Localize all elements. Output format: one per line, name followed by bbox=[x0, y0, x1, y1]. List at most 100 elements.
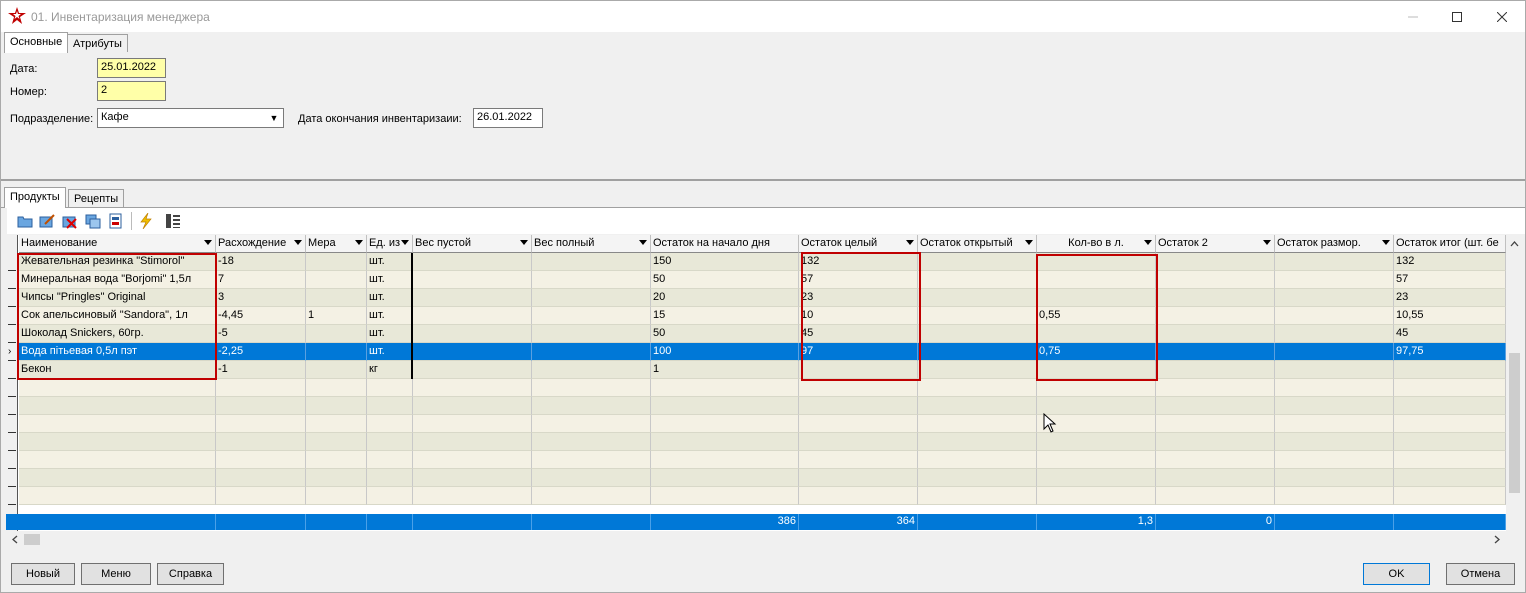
filter-dropdown-icon[interactable] bbox=[906, 240, 914, 245]
table-cell[interactable] bbox=[799, 451, 918, 469]
table-cell[interactable] bbox=[19, 433, 216, 451]
table-cell[interactable] bbox=[1156, 379, 1275, 397]
table-cell[interactable]: Чипсы "Pringles" Original bbox=[19, 289, 216, 307]
cancel-button[interactable]: Отмена bbox=[1446, 563, 1515, 585]
table-cell[interactable]: 3 bbox=[216, 289, 306, 307]
vertical-scroll-thumb[interactable] bbox=[1509, 353, 1520, 493]
table-cell[interactable] bbox=[367, 415, 413, 433]
table-cell[interactable] bbox=[1275, 253, 1394, 271]
filter-dropdown-icon[interactable] bbox=[204, 240, 212, 245]
table-cell[interactable] bbox=[367, 469, 413, 487]
table-cell[interactable]: шт. bbox=[367, 307, 413, 325]
help-button[interactable]: Справка bbox=[157, 563, 224, 585]
table-cell[interactable] bbox=[651, 469, 799, 487]
maximize-button[interactable] bbox=[1434, 1, 1480, 32]
table-cell[interactable] bbox=[306, 361, 367, 379]
table-cell[interactable] bbox=[918, 415, 1037, 433]
table-cell[interactable]: -2,25 bbox=[216, 343, 306, 361]
table-cell[interactable]: -4,45 bbox=[216, 307, 306, 325]
date-field[interactable]: 25.01.2022 bbox=[97, 58, 166, 78]
table-cell[interactable] bbox=[1275, 343, 1394, 361]
products-grid[interactable]: Наименование Расхождение Мера Ед. из Вес пус… bbox=[6, 235, 1506, 531]
table-cell[interactable] bbox=[1394, 361, 1506, 379]
table-cell[interactable]: 0,75 bbox=[1037, 343, 1156, 361]
table-cell[interactable] bbox=[1275, 415, 1394, 433]
empty-table-row[interactable] bbox=[19, 433, 1506, 451]
table-cell[interactable] bbox=[306, 325, 367, 343]
table-cell[interactable]: 1 bbox=[651, 361, 799, 379]
table-cell[interactable] bbox=[306, 289, 367, 307]
table-cell[interactable] bbox=[651, 415, 799, 433]
tab-main[interactable]: Основные bbox=[4, 32, 69, 53]
table-cell[interactable] bbox=[306, 487, 367, 505]
table-cell[interactable] bbox=[1037, 379, 1156, 397]
filter-dropdown-icon[interactable] bbox=[1025, 240, 1033, 245]
end-date-field[interactable]: 26.01.2022 bbox=[473, 108, 543, 128]
table-cell[interactable] bbox=[1156, 487, 1275, 505]
table-cell[interactable] bbox=[413, 361, 532, 379]
table-cell[interactable] bbox=[1275, 325, 1394, 343]
column-header[interactable]: Остаток размор. bbox=[1275, 235, 1394, 253]
copy-icon[interactable] bbox=[84, 212, 102, 230]
table-cell[interactable]: 10 bbox=[799, 307, 918, 325]
table-cell[interactable]: 45 bbox=[799, 325, 918, 343]
table-cell[interactable] bbox=[799, 361, 918, 379]
table-cell[interactable] bbox=[799, 469, 918, 487]
table-cell[interactable] bbox=[413, 415, 532, 433]
column-header[interactable]: Остаток целый bbox=[799, 235, 918, 253]
column-header[interactable]: Вес полный bbox=[532, 235, 651, 253]
department-select[interactable]: Кафе ▼ bbox=[97, 108, 284, 128]
table-cell[interactable] bbox=[19, 397, 216, 415]
table-cell[interactable] bbox=[1037, 487, 1156, 505]
table-cell[interactable] bbox=[918, 307, 1037, 325]
table-cell[interactable] bbox=[1394, 397, 1506, 415]
table-cell[interactable] bbox=[1275, 469, 1394, 487]
lightning-icon[interactable] bbox=[137, 212, 155, 230]
table-cell[interactable] bbox=[1156, 253, 1275, 271]
scroll-right-icon[interactable] bbox=[1490, 531, 1504, 548]
table-cell[interactable] bbox=[918, 271, 1037, 289]
table-cell[interactable] bbox=[1037, 451, 1156, 469]
table-cell[interactable] bbox=[1037, 361, 1156, 379]
menu-button[interactable]: Меню bbox=[81, 563, 151, 585]
table-row[interactable]: Минеральная вода "Borjomi" 1,5л 7 шт. 50 57 5… bbox=[19, 271, 1506, 289]
table-cell[interactable]: 1 bbox=[306, 307, 367, 325]
table-cell[interactable] bbox=[1156, 433, 1275, 451]
table-cell[interactable]: 10,55 bbox=[1394, 307, 1506, 325]
table-cell[interactable]: Сок апельсиновый "Sandora", 1л bbox=[19, 307, 216, 325]
table-cell[interactable]: 23 bbox=[1394, 289, 1506, 307]
table-cell[interactable] bbox=[413, 469, 532, 487]
table-cell[interactable] bbox=[216, 487, 306, 505]
table-cell[interactable] bbox=[1037, 325, 1156, 343]
table-cell[interactable] bbox=[1037, 469, 1156, 487]
vertical-scrollbar[interactable] bbox=[1506, 235, 1523, 531]
table-row[interactable]: Жевательная резинка "Stimorol" -18 шт. 150 1… bbox=[19, 253, 1506, 271]
table-row[interactable]: Шоколад Snickers, 60гр. -5 шт. 50 45 45 bbox=[19, 325, 1506, 343]
table-cell[interactable] bbox=[413, 289, 532, 307]
filter-dropdown-icon[interactable] bbox=[1144, 240, 1152, 245]
table-cell[interactable] bbox=[918, 433, 1037, 451]
filter-dropdown-icon[interactable] bbox=[639, 240, 647, 245]
table-cell[interactable] bbox=[306, 343, 367, 361]
table-cell[interactable] bbox=[306, 271, 367, 289]
table-cell[interactable]: шт. bbox=[367, 289, 413, 307]
table-cell[interactable] bbox=[651, 487, 799, 505]
table-cell[interactable] bbox=[216, 415, 306, 433]
table-cell[interactable] bbox=[1156, 325, 1275, 343]
table-cell[interactable]: 97 bbox=[799, 343, 918, 361]
table-cell[interactable] bbox=[918, 325, 1037, 343]
filter-dropdown-icon[interactable] bbox=[294, 240, 302, 245]
table-cell[interactable] bbox=[532, 253, 651, 271]
document-icon[interactable] bbox=[107, 212, 125, 230]
table-cell[interactable] bbox=[216, 433, 306, 451]
table-cell[interactable] bbox=[1394, 469, 1506, 487]
table-cell[interactable] bbox=[1275, 487, 1394, 505]
table-cell[interactable] bbox=[1275, 433, 1394, 451]
scroll-left-icon[interactable] bbox=[8, 531, 22, 548]
table-row[interactable]: Чипсы "Pringles" Original 3 шт. 20 23 23 bbox=[19, 289, 1506, 307]
table-cell[interactable] bbox=[799, 415, 918, 433]
ok-button[interactable]: OK bbox=[1363, 563, 1430, 585]
table-cell[interactable] bbox=[1037, 289, 1156, 307]
table-cell[interactable] bbox=[216, 397, 306, 415]
column-header[interactable]: Ед. из bbox=[367, 235, 413, 253]
